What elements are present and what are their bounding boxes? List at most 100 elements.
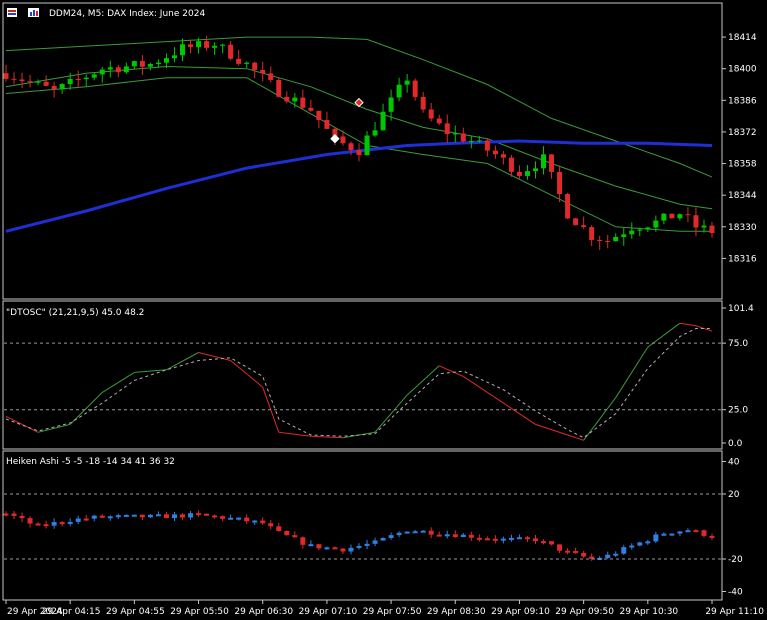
candle-body [308, 107, 314, 111]
ha-body [340, 548, 346, 552]
ha-body [284, 531, 290, 536]
candle-body [573, 218, 579, 226]
time-label: 29 Apr 08:30 [427, 607, 486, 617]
ha-body [107, 516, 113, 519]
candle-body [557, 171, 563, 195]
ha-body [444, 534, 450, 537]
ha-body [581, 552, 587, 557]
candle-body [220, 44, 226, 46]
candle-body [91, 74, 97, 78]
ha-axis-label: 40 [728, 458, 740, 468]
heiken-panel[interactable] [2, 450, 723, 601]
osc-fast-segment [102, 371, 135, 393]
oscillator-lines [5, 322, 713, 441]
osc-fast-segment [166, 352, 199, 371]
candle-body [67, 78, 73, 85]
ha-body [388, 535, 394, 539]
candle-body [444, 123, 450, 135]
candle-body [300, 97, 306, 108]
candle-body [388, 97, 394, 112]
window-icon-b-bar-3 [36, 11, 38, 16]
chart-title: DDM24, M5: DAX Index: June 2024 [49, 9, 205, 19]
osc-fast-segment [567, 434, 584, 441]
ha-body [653, 534, 659, 542]
candle-body [428, 109, 434, 119]
ha-body [260, 520, 266, 524]
osc-slow-line [5, 328, 712, 439]
window-icon-b-bar-1 [30, 12, 32, 16]
ha-body [155, 514, 161, 517]
candle-body [589, 227, 595, 240]
ha-body [123, 514, 129, 517]
candle-body [549, 154, 555, 172]
candle-body [613, 236, 619, 242]
candle-body [316, 110, 322, 121]
ha-body [59, 522, 65, 525]
chart-canvas[interactable]: 18414 18400 18386 18372 18358 18344 18330 18316… [0, 0, 767, 620]
candle-body [645, 227, 651, 230]
time-label: 29 Apr 09:50 [555, 607, 614, 617]
ha-body [420, 530, 426, 533]
ha-body [677, 531, 683, 534]
ha-body [661, 533, 667, 536]
candle-body [533, 168, 538, 172]
ha-body [27, 518, 33, 524]
time-label: 29 Apr 06:30 [234, 607, 293, 617]
ha-body [549, 541, 555, 545]
ha-body [380, 538, 386, 541]
ha-body [147, 514, 153, 518]
price-axis-label: 18414 [728, 33, 757, 43]
candle-body [581, 225, 587, 228]
osc-axis-label: 75.0 [728, 339, 748, 349]
ha-body [492, 538, 498, 541]
ha-axis-label: -40 [728, 588, 743, 598]
window-icon-a-stripe-2 [8, 13, 16, 15]
ha-body [693, 530, 699, 533]
price-axis-label: 18386 [728, 96, 757, 106]
ha-body [589, 556, 595, 559]
ha-body [131, 514, 137, 517]
ha-body [324, 547, 330, 550]
candle-body [701, 225, 707, 228]
candle-body [476, 140, 482, 142]
ha-body [541, 541, 547, 544]
price-axis-label: 18316 [728, 254, 757, 264]
osc-axis-label: 25.0 [728, 406, 748, 416]
osc-fast-segment [615, 346, 649, 398]
chart-window-icons[interactable] [7, 8, 39, 17]
ha-body [180, 514, 185, 518]
price-axis-label: 18330 [728, 223, 757, 233]
window-icon-a-stripe [8, 10, 16, 12]
ha-body [428, 530, 434, 535]
ha-body [404, 531, 410, 534]
candle-body [661, 213, 667, 221]
ha-body [91, 515, 97, 519]
candle-body [565, 194, 571, 219]
osc-fast-segment [503, 402, 536, 425]
price-axis-label: 18372 [728, 128, 757, 138]
candle-body [629, 230, 635, 235]
ha-body [557, 544, 563, 551]
osc-fast-segment [679, 322, 697, 327]
candle-body [196, 41, 202, 48]
candle-body [139, 61, 145, 67]
candle-body [83, 77, 89, 80]
ha-body [204, 513, 210, 516]
candle-body [372, 130, 378, 136]
ha-body [436, 534, 442, 537]
oscillator-panel[interactable] [2, 300, 723, 450]
ha-body [292, 535, 298, 538]
ha-body [565, 550, 571, 553]
candle-body [212, 45, 218, 48]
candle-body [163, 58, 169, 63]
ha-body [516, 537, 522, 540]
candle-body [180, 44, 185, 56]
candle-body [380, 111, 386, 131]
osc-fast-segment [583, 397, 617, 441]
candle-body [292, 97, 298, 102]
ha-body [228, 517, 234, 520]
ha-body [83, 518, 89, 521]
osc-fast-segment [406, 365, 440, 396]
ha-body [244, 517, 250, 522]
trade-marker [330, 134, 340, 144]
